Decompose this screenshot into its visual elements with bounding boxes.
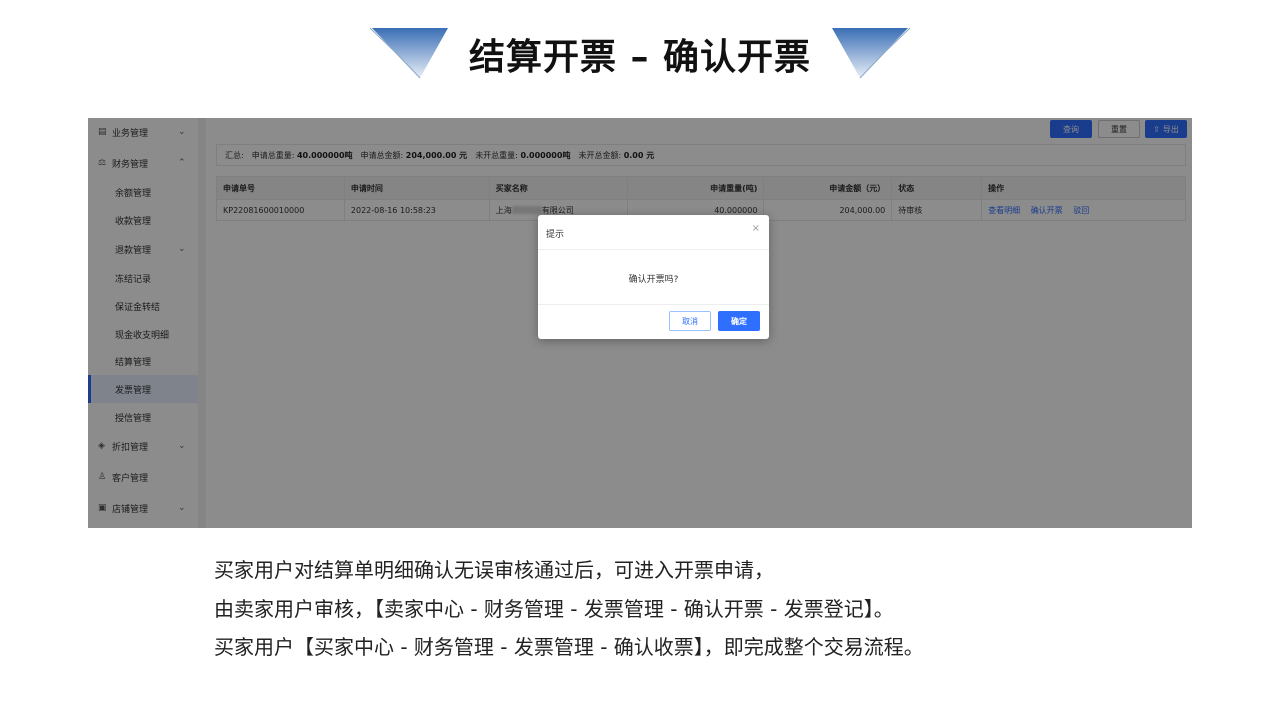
- app-screenshot: ▤ 业务管理 ⌄ ⚖ 财务管理 ⌃ 余额管理 收款管理 退款管理 ⌄ 冻结记录 …: [88, 118, 1192, 528]
- description-line-2: 由卖家用户审核，【卖家中心 - 财务管理 - 发票管理 - 确认开票 - 发票登…: [214, 597, 894, 621]
- divider: [538, 249, 769, 250]
- cancel-button[interactable]: 取消: [669, 311, 711, 331]
- confirm-dialog: 提示 × 确认开票吗? 取消 确定: [538, 215, 769, 339]
- close-icon[interactable]: ×: [752, 223, 760, 234]
- slide-title: 结算开票 – 确认开票: [468, 37, 812, 78]
- divider: [538, 304, 769, 305]
- slide-header: 结算开票 – 确认开票: [0, 0, 1280, 100]
- ok-button[interactable]: 确定: [718, 311, 760, 331]
- dialog-message: 确认开票吗?: [628, 275, 679, 285]
- description-line-1: 买家用户对结算单明细确认无误审核通过后，可进入开票申请，: [214, 558, 774, 582]
- dialog-title: 提示: [546, 230, 565, 240]
- description-line-3: 买家用户【买家中心 - 财务管理 - 发票管理 - 确认收票】，即完成整个交易流…: [214, 635, 924, 659]
